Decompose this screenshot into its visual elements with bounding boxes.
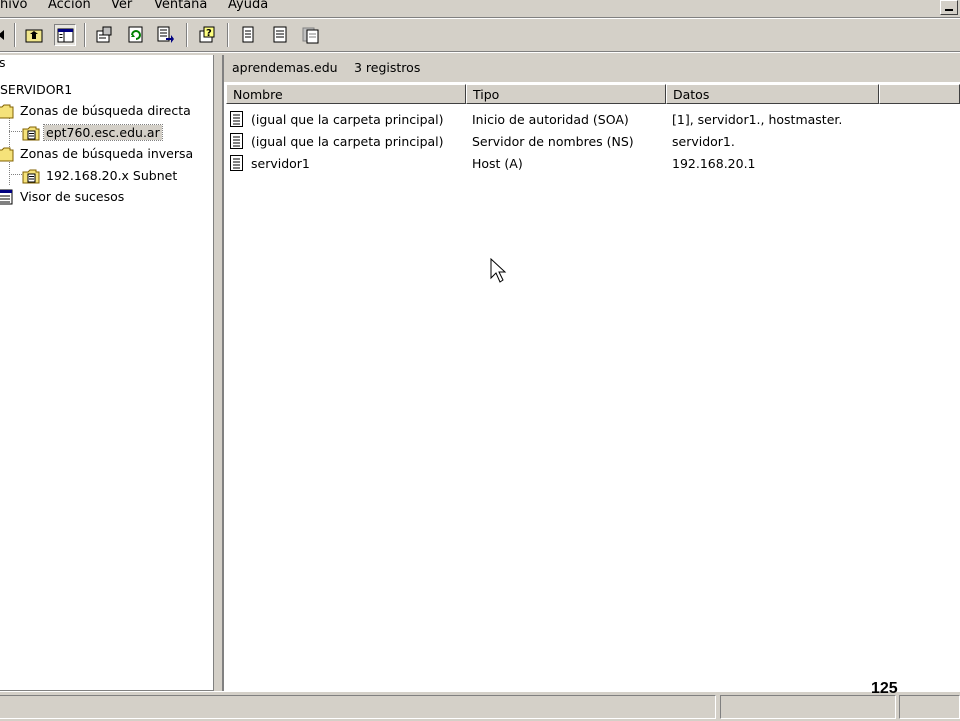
new-domain-icon <box>302 27 319 44</box>
export-list-button[interactable] <box>155 24 177 46</box>
table-row[interactable]: servidor1 Host (A) 192.168.20.1 <box>224 153 960 175</box>
console-tree[interactable]: s SERVIDOR1 Zonas de búsqueda directa ep… <box>0 55 214 691</box>
cell-type: Host (A) <box>472 156 523 171</box>
menu-bar: hivo Acción Ver Ventana Ayuda <box>0 0 960 17</box>
tree-item-forward-zone-ept760[interactable]: ept760.esc.edu.ar <box>22 123 163 141</box>
folder-icon <box>0 146 14 162</box>
details-header: aprendemas.edu 3 registros <box>224 55 960 83</box>
status-panel-3 <box>899 695 960 719</box>
new-domain-button[interactable] <box>300 24 322 46</box>
new-host-icon <box>273 26 287 43</box>
details-pane: aprendemas.edu 3 registros Nombre Tipo D… <box>222 55 960 691</box>
cell-type: Inicio de autoridad (SOA) <box>472 112 629 127</box>
cell-name: servidor1 <box>251 156 310 171</box>
show-hide-tree-icon <box>57 28 74 43</box>
record-icon <box>230 155 244 172</box>
column-header-empty <box>879 84 960 104</box>
properties-button[interactable] <box>93 24 115 46</box>
tree-item-reverse-zone-subnet[interactable]: 192.168.20.x Subnet <box>22 166 179 184</box>
properties-icon <box>96 26 112 43</box>
menu-ventana[interactable]: Ventana <box>154 0 207 13</box>
minimize-button[interactable] <box>940 0 958 15</box>
table-row[interactable]: (igual que la carpeta principal) Inicio … <box>224 109 960 131</box>
new-record-button[interactable] <box>237 24 259 46</box>
toolbar-separator <box>14 23 16 47</box>
cell-data: 192.168.20.1 <box>672 156 756 171</box>
tree-item-forward-zones[interactable]: Zonas de búsqueda directa <box>0 101 193 119</box>
refresh-button[interactable] <box>125 24 147 46</box>
up-one-level-button[interactable] <box>23 24 45 46</box>
record-icon <box>230 133 244 150</box>
cell-name: (igual que la carpeta principal) <box>251 112 444 127</box>
table-row[interactable]: (igual que la carpeta principal) Servido… <box>224 131 960 153</box>
event-viewer-icon <box>0 189 14 205</box>
up-folder-icon <box>25 29 43 43</box>
menu-accion[interactable]: Acción <box>48 0 91 13</box>
status-panel-main <box>0 695 716 719</box>
record-icon <box>230 111 244 128</box>
show-hide-tree-button[interactable] <box>54 24 76 46</box>
folder-icon <box>0 103 14 119</box>
tree-item-event-viewer[interactable]: Visor de sucesos <box>0 187 126 205</box>
back-icon <box>0 30 4 40</box>
menu-ver[interactable]: Ver <box>111 0 132 13</box>
tree-server[interactable]: SERVIDOR1 <box>0 80 74 98</box>
zone-folder-icon <box>22 168 40 184</box>
toolbar-separator-line <box>0 51 960 53</box>
cell-data: [1], servidor1., hostmaster. <box>672 112 843 127</box>
column-header-nombre[interactable]: Nombre <box>226 84 466 104</box>
help-icon: ? <box>199 26 215 43</box>
cell-type: Servidor de nombres (NS) <box>472 134 634 149</box>
svg-text:?: ? <box>206 28 212 39</box>
tree-root[interactable]: s <box>0 53 8 71</box>
toolbar-separator <box>227 23 229 47</box>
cell-name: (igual que la carpeta principal) <box>251 134 444 149</box>
tree-item-reverse-zones[interactable]: Zonas de búsqueda inversa <box>0 144 195 162</box>
page-number: 125 <box>871 680 898 697</box>
menu-ayuda[interactable]: Ayuda <box>228 0 268 13</box>
status-bar <box>0 691 960 721</box>
toolbar-separator <box>186 23 188 47</box>
refresh-icon <box>128 26 143 43</box>
back-button[interactable] <box>0 24 12 46</box>
menu-archivo[interactable]: hivo <box>0 0 28 13</box>
column-header-datos[interactable]: Datos <box>666 84 879 104</box>
new-host-button[interactable] <box>269 24 291 46</box>
pane-splitter[interactable] <box>214 55 222 691</box>
zone-folder-icon <box>22 125 40 141</box>
toolbar: ? <box>0 19 960 51</box>
column-header-tipo[interactable]: Tipo <box>466 84 666 104</box>
cell-data: servidor1. <box>672 134 735 149</box>
new-record-icon <box>242 26 254 43</box>
record-count: 3 registros <box>354 60 421 75</box>
toolbar-separator <box>84 23 86 47</box>
zone-name: aprendemas.edu <box>232 60 338 75</box>
help-button[interactable]: ? <box>196 24 218 46</box>
status-panel-2 <box>720 695 896 719</box>
mouse-pointer-icon <box>490 258 507 283</box>
export-list-icon <box>157 26 174 43</box>
